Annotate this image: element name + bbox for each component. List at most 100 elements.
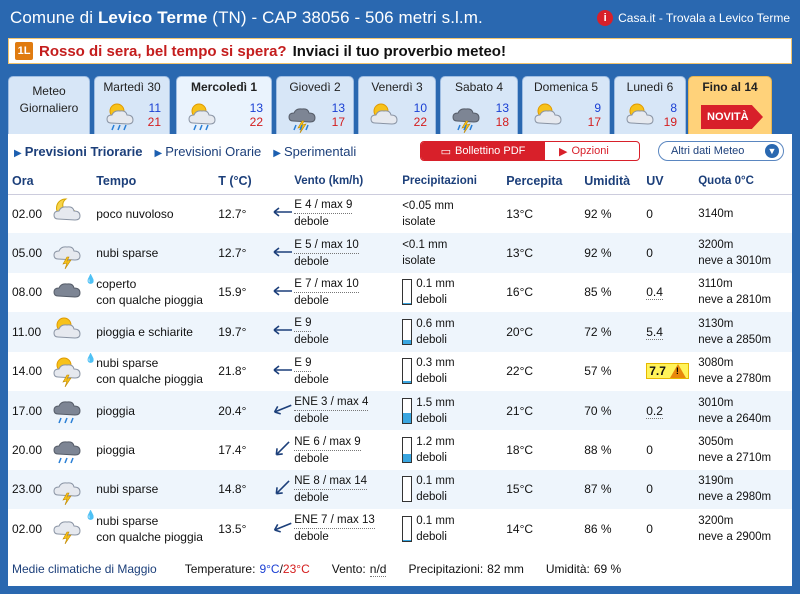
wind-arrow-icon bbox=[270, 509, 294, 548]
cell-quota: 3200m neve a 3010m bbox=[698, 239, 772, 268]
casa-link[interactable]: i Casa.it - Trovala a Levico Terme bbox=[597, 10, 790, 26]
cell-ora: 23.00 bbox=[12, 482, 43, 497]
cell-vento: E 9 debole bbox=[294, 356, 329, 386]
cell-precipitazioni: 0.3 mm deboli bbox=[402, 352, 506, 391]
cell-ora: 08.00 bbox=[12, 285, 43, 300]
tab-day-4[interactable]: Sabato 4 13 18 bbox=[440, 76, 518, 134]
partly-cloudy-icon bbox=[367, 99, 401, 129]
tab-tmax: 17 bbox=[331, 115, 345, 129]
cell-vento: E 7 / max 10 debole bbox=[294, 277, 359, 307]
cell-ora: 14.00 bbox=[12, 364, 43, 379]
tab-fino-label: Fino al 14 bbox=[702, 80, 758, 94]
cell-tempo: poco nuvoloso bbox=[96, 206, 174, 221]
cell-vento: E 9 debole bbox=[294, 317, 329, 347]
wind-arrow-icon bbox=[270, 391, 294, 430]
cell-tempo: pioggia e schiarite bbox=[96, 324, 193, 339]
uv-value[interactable]: 5.4 bbox=[646, 324, 663, 340]
tab-day-6[interactable]: Lunedì 6 8 19 bbox=[614, 76, 686, 134]
cell-precipitazioni: 0.1 mm deboli bbox=[402, 509, 506, 548]
tab-day-3[interactable]: Venerdì 3 10 22 bbox=[358, 76, 436, 134]
tab-meteo-giornaliero[interactable]: Meteo Giornaliero bbox=[8, 76, 90, 134]
wind-arrow-icon bbox=[270, 273, 294, 312]
cell-umidita: 92 % bbox=[584, 246, 612, 261]
cell-umidita: 88 % bbox=[584, 443, 612, 458]
arrow-right-icon: ▶ bbox=[273, 147, 281, 159]
link-sperimentali[interactable]: ▶ Sperimentali bbox=[273, 144, 356, 159]
cell-quota: 3130m neve a 2850m bbox=[698, 317, 772, 346]
cell-tempo: nubi sparse con qualche pioggia bbox=[96, 356, 203, 387]
page-title: Comune di Levico Terme (TN) - CAP 38056 … bbox=[10, 8, 483, 28]
opzioni-button[interactable]: ▶ Opzioni bbox=[545, 142, 639, 160]
wind-arrow-icon bbox=[270, 352, 294, 391]
cell-umidita: 70 % bbox=[584, 403, 612, 418]
page-header: Comune di Levico Terme (TN) - CAP 38056 … bbox=[0, 0, 800, 36]
precip-gauge bbox=[402, 515, 413, 542]
table-row: 05.00 nubi sparse 12.7° E 5 / max 10 debole <… bbox=[8, 233, 792, 273]
link-previsioni-orarie[interactable]: ▶ Previsioni Orarie bbox=[154, 144, 261, 159]
storm-icon bbox=[285, 99, 319, 134]
cell-tempo: nubi sparse bbox=[96, 246, 159, 261]
tab-tmax: 21 bbox=[147, 115, 161, 129]
cell-temperatura: 13.5° bbox=[218, 521, 247, 536]
col-icon bbox=[50, 168, 97, 195]
forecast-panel: ▶ Previsioni Triorarie ▶ Previsioni Orarie… bbox=[8, 134, 792, 586]
cell-umidita: 92 % bbox=[584, 206, 612, 221]
cloud-lightning-icon: 💧 bbox=[50, 509, 96, 548]
tab-day-2[interactable]: Giovedì 2 13 17 bbox=[276, 76, 354, 134]
title-suffix: (TN) - CAP 38056 - 506 metri s.l.m. bbox=[207, 8, 483, 27]
cell-quota: 3080m neve a 2780m bbox=[698, 357, 772, 386]
wind-arrow-icon bbox=[270, 194, 294, 233]
uv-value[interactable]: 0.2 bbox=[646, 403, 663, 419]
cell-umidita: 57 % bbox=[584, 364, 612, 379]
tab-day-1[interactable]: Mercoledì 1 13 22 bbox=[176, 76, 272, 134]
cell-uv: 0.2 bbox=[646, 391, 698, 430]
col-tempo: Tempo bbox=[96, 168, 219, 195]
bollettino-pdf-button[interactable]: ▭ Bollettino PDF bbox=[421, 142, 545, 160]
proverb-cta[interactable]: Inviaci il tuo proverbio meteo! bbox=[293, 43, 506, 60]
precip-gauge bbox=[402, 318, 413, 345]
cell-precipitazioni: 1.5 mm deboli bbox=[402, 391, 506, 430]
tab-tmax: 22 bbox=[413, 115, 427, 129]
cell-uv: 0 bbox=[646, 430, 698, 469]
day-tabs: Meteo Giornaliero Martedì 30 11 21 Mercoledì… bbox=[8, 76, 792, 134]
cell-vento: ENE 7 / max 13 debole bbox=[294, 514, 375, 544]
arrow-right-icon: ▶ bbox=[14, 147, 22, 159]
temp-label: Temperature: bbox=[184, 562, 256, 576]
cell-quota: 3190m neve a 2980m bbox=[698, 475, 772, 504]
casa-link-text: Casa.it - Trovala a Levico Terme bbox=[618, 11, 790, 25]
cell-ora: 20.00 bbox=[12, 443, 43, 458]
tab-day-0[interactable]: Martedì 30 11 21 bbox=[94, 76, 170, 134]
rain-icon bbox=[50, 391, 96, 430]
cell-percepita: 20°C bbox=[506, 324, 534, 339]
altri-dati-meteo-button[interactable]: Altri dati Meteo ▼ bbox=[658, 141, 784, 161]
cell-percepita: 21°C bbox=[506, 403, 534, 418]
col-arrow bbox=[270, 168, 295, 195]
medie-climatiche-link[interactable]: Medie climatiche di Maggio bbox=[12, 562, 157, 576]
table-row: 17.00 pioggia 20.4° ENE 3 / max 4 debole 1.5 … bbox=[8, 390, 792, 431]
prec-label: Precipitazioni: bbox=[408, 562, 484, 576]
cell-quota: 3140m bbox=[698, 207, 734, 220]
raindrop-icon: 💧 bbox=[85, 510, 97, 521]
bollettino-pdf-control: ▭ Bollettino PDF ▶ Opzioni bbox=[420, 141, 640, 161]
pdf-icon: ▭ bbox=[440, 145, 452, 158]
table-row: 02.00 💧 nubi sparse con qualche pioggia 13.5… bbox=[8, 509, 792, 549]
tab-tmin: 9 bbox=[594, 101, 601, 115]
link-previsioni-triorarie[interactable]: ▶ Previsioni Triorarie bbox=[14, 144, 142, 159]
partly-cloudy-rain-icon bbox=[185, 99, 219, 131]
tab-day-5[interactable]: Domenica 5 9 17 bbox=[522, 76, 610, 134]
precip-gauge bbox=[402, 397, 413, 424]
cell-ora: 05.00 bbox=[12, 246, 43, 261]
cell-uv: 0 bbox=[646, 194, 698, 233]
wind-arrow-icon bbox=[270, 233, 294, 272]
tab-tmin: 11 bbox=[148, 101, 161, 115]
uv-value[interactable]: 0.4 bbox=[646, 285, 663, 301]
tab-day-label: Martedì 30 bbox=[103, 80, 161, 94]
storm-icon bbox=[449, 99, 483, 134]
cell-tempo: nubi sparse con qualche pioggia bbox=[96, 513, 203, 544]
cell-temperatura: 14.8° bbox=[218, 482, 247, 497]
uv-value: 0 bbox=[646, 246, 653, 261]
tab-fino-al-14[interactable]: Fino al 14 NOVITÀ bbox=[688, 76, 772, 134]
uv-warning-badge[interactable]: 7.7 bbox=[646, 363, 689, 380]
climate-prec: 82 mm bbox=[487, 562, 524, 576]
proverb-banner[interactable]: 1L Rosso di sera, bel tempo si spera? In… bbox=[8, 38, 792, 64]
